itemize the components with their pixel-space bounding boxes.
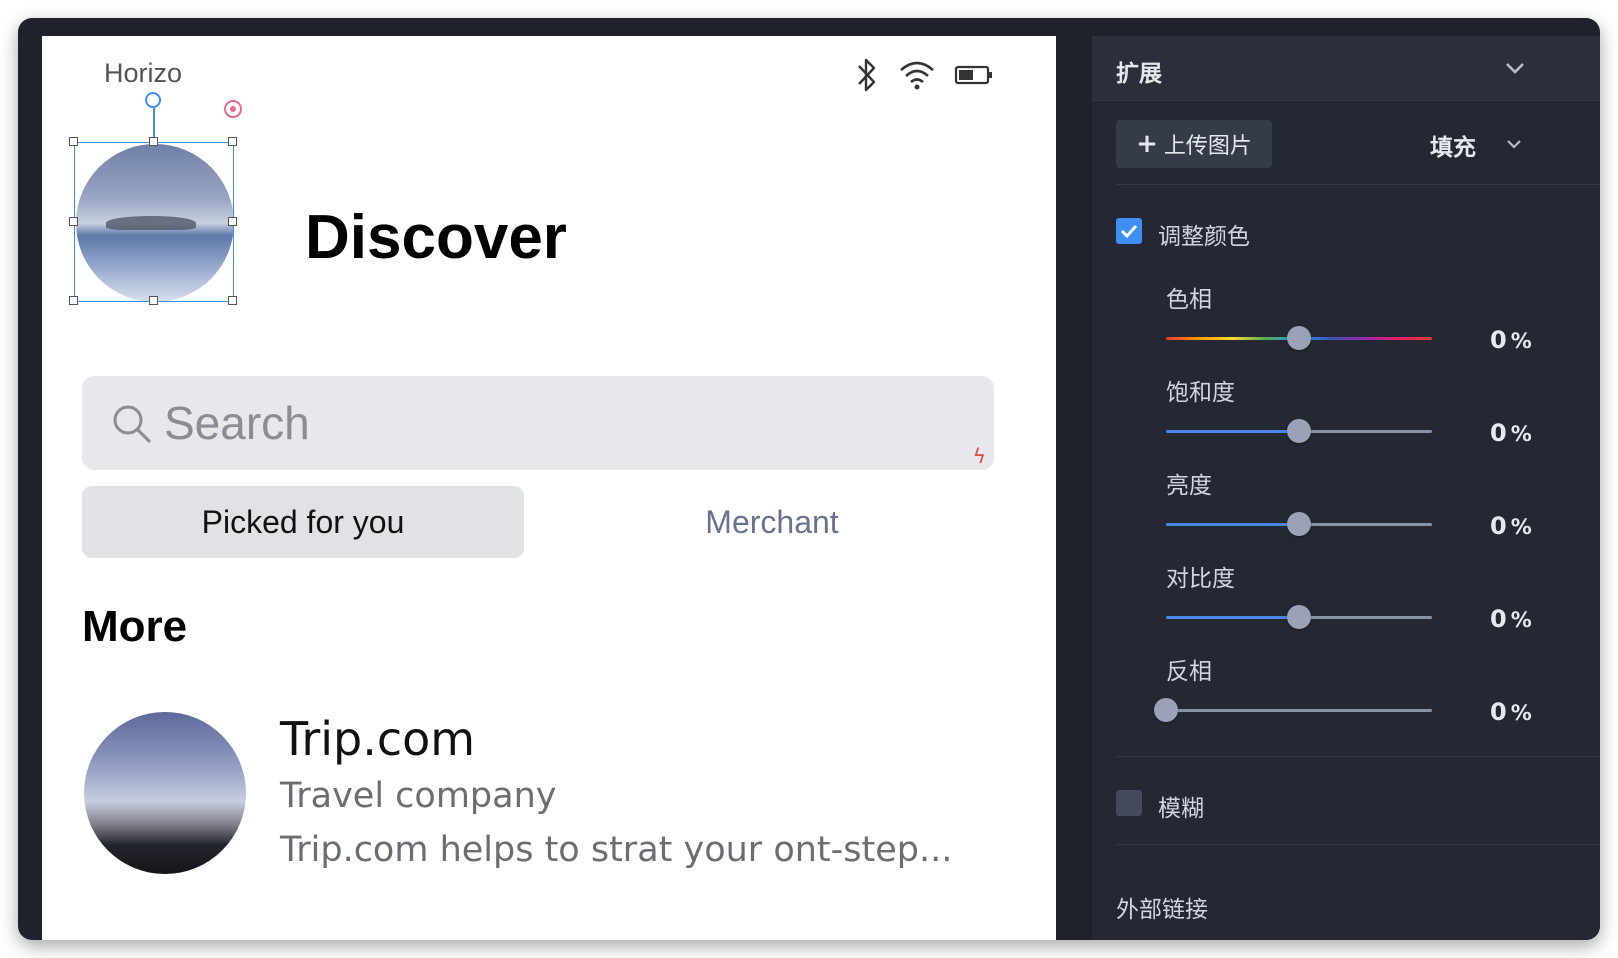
resize-handle-tr[interactable]: [228, 137, 237, 146]
divider: [1116, 844, 1600, 845]
bluetooth-icon: [858, 58, 876, 92]
rotation-handle[interactable]: [145, 92, 161, 108]
contrast-label: 对比度: [1166, 566, 1235, 592]
wifi-icon: [900, 61, 934, 90]
contrast-value: 0%: [1490, 605, 1532, 633]
chevron-down-icon[interactable]: [1504, 60, 1526, 76]
resize-handle-tl[interactable]: [69, 137, 78, 146]
saturation-slider-knob[interactable]: [1287, 419, 1311, 443]
resize-handle-bl[interactable]: [69, 296, 78, 305]
contrast-slider-knob[interactable]: [1287, 605, 1311, 629]
resize-handle-r[interactable]: [228, 217, 237, 226]
search-placeholder: Search: [164, 397, 310, 449]
adjust-color-checkbox[interactable]: [1116, 218, 1142, 244]
blur-label: 模糊: [1158, 796, 1204, 822]
resize-handle-l[interactable]: [69, 217, 78, 226]
invert-label: 反相: [1166, 659, 1212, 685]
brightness-value: 0%: [1490, 512, 1532, 540]
properties-panel: 扩展 + 上传图片 填充 调整颜色 色相 0% 饱和度 0% 亮度 0 % 对比…: [1092, 36, 1600, 940]
divider: [1116, 184, 1600, 185]
page-title: Discover: [305, 203, 567, 272]
list-item-title[interactable]: Trip.com: [280, 712, 475, 766]
list-item-avatar: [84, 712, 246, 874]
phone-artboard[interactable]: Horizo Discover Search ϟ Picked for you …: [42, 36, 1056, 940]
selection-box[interactable]: [74, 142, 234, 302]
search-icon: [113, 405, 151, 443]
divider: [1116, 756, 1600, 757]
list-item-subtitle: Travel company: [280, 776, 557, 816]
anchor-handle[interactable]: [224, 100, 242, 118]
editor-window: Horizo Discover Search ϟ Picked for you …: [18, 18, 1600, 940]
status-bar-title: Horizo: [104, 58, 183, 88]
adjust-color-label: 调整颜色: [1158, 224, 1250, 250]
tab-picked-for-you[interactable]: Picked for you: [82, 486, 524, 558]
blur-checkbox[interactable]: [1116, 790, 1142, 816]
hue-value: 0%: [1490, 326, 1532, 354]
status-icons: [854, 56, 994, 94]
fill-chevron-down-icon[interactable]: [1506, 138, 1522, 150]
external-link-label[interactable]: 外部链接: [1116, 890, 1208, 924]
upload-image-button[interactable]: + 上传图片: [1116, 120, 1272, 168]
brightness-label: 亮度: [1166, 473, 1212, 499]
extension-title: 扩展: [1116, 61, 1162, 87]
saturation-label: 饱和度: [1166, 380, 1235, 406]
invert-value: 0%: [1490, 698, 1532, 726]
plus-icon: +: [1136, 129, 1158, 159]
tab-merchant[interactable]: Merchant: [572, 486, 972, 558]
section-title: More: [82, 602, 188, 651]
resize-handle-br[interactable]: [228, 296, 237, 305]
hue-label: 色相: [1166, 287, 1212, 313]
brightness-slider-knob[interactable]: [1287, 512, 1311, 536]
invert-slider-track[interactable]: [1166, 709, 1432, 712]
extension-section-header[interactable]: 扩展: [1092, 36, 1600, 101]
bolt-icon: ϟ: [972, 444, 986, 468]
resize-handle-t[interactable]: [149, 137, 158, 146]
upload-image-label: 上传图片: [1163, 134, 1252, 159]
saturation-value: 0%: [1490, 419, 1532, 447]
invert-slider-knob[interactable]: [1154, 698, 1178, 722]
search-field[interactable]: Search ϟ: [82, 376, 994, 470]
hue-slider-knob[interactable]: [1287, 326, 1311, 350]
fill-mode-select[interactable]: 填充: [1430, 128, 1476, 162]
resize-handle-b[interactable]: [149, 296, 158, 305]
battery-icon: [954, 65, 992, 85]
list-item-description: Trip.com helps to strat your ont-step...: [280, 830, 953, 870]
check-icon: [1120, 224, 1138, 239]
